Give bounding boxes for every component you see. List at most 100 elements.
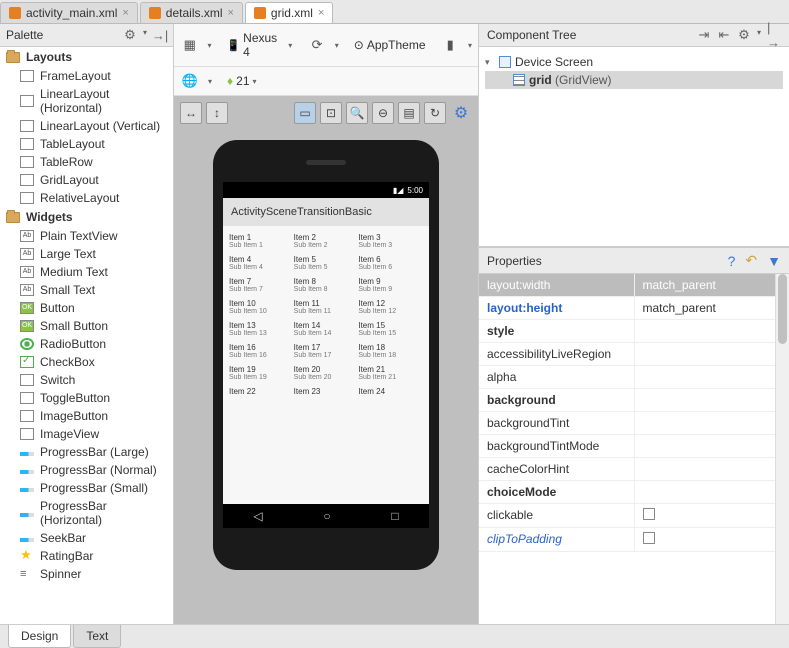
property-value-cell[interactable]	[635, 343, 789, 365]
chevron-down-icon[interactable]: ▾	[468, 41, 472, 50]
tab-activity-main[interactable]: activity_main.xml×	[0, 2, 138, 23]
palette-item[interactable]: AbPlain TextView	[0, 227, 173, 245]
grid-item[interactable]: Item 17Sub Item 17	[294, 343, 359, 359]
document-icon[interactable]: ▤	[398, 102, 420, 124]
zoom-actual-icon[interactable]: ⊡	[320, 102, 342, 124]
chevron-down-icon[interactable]: ▾	[143, 28, 147, 42]
palette-item[interactable]: Switch	[0, 371, 173, 389]
selection-icon[interactable]: ▭	[294, 102, 316, 124]
grid-item[interactable]: Item 20Sub Item 20	[294, 365, 359, 381]
tree-node-grid[interactable]: grid (GridView)	[485, 71, 783, 89]
property-row[interactable]: cacheColorHint	[479, 458, 789, 481]
property-row[interactable]: choiceMode	[479, 481, 789, 504]
refresh-icon[interactable]: ↻	[424, 102, 446, 124]
globe-icon[interactable]: 🌐	[180, 71, 200, 91]
palette-item[interactable]: CheckBox	[0, 353, 173, 371]
grid-item[interactable]: Item 8Sub Item 8	[294, 277, 359, 293]
property-value-cell[interactable]: match_parent	[635, 297, 789, 319]
palette-item[interactable]: ProgressBar (Small)	[0, 479, 173, 497]
undo-icon[interactable]: ↶	[745, 252, 757, 269]
property-row[interactable]: backgroundTint	[479, 412, 789, 435]
property-value-cell[interactable]	[635, 389, 789, 411]
palette-icon[interactable]: ▮	[441, 35, 460, 55]
palette-item[interactable]: LinearLayout (Vertical)	[0, 117, 173, 135]
property-value-cell[interactable]	[635, 504, 789, 527]
zoom-out-icon[interactable]: ⊖	[372, 102, 394, 124]
grid-item[interactable]: Item 19Sub Item 19	[229, 365, 294, 381]
palette-item[interactable]: RadioButton	[0, 335, 173, 353]
palette-item[interactable]: SeekBar	[0, 529, 173, 547]
collapse-icon[interactable]: ⇤	[717, 28, 731, 42]
component-tree[interactable]: ▾ Device Screen grid (GridView)	[479, 47, 789, 247]
property-row[interactable]: alpha	[479, 366, 789, 389]
property-value-cell[interactable]	[635, 320, 789, 342]
text-tab[interactable]: Text	[73, 625, 121, 648]
grid-item[interactable]: Item 16Sub Item 16	[229, 343, 294, 359]
palette-item[interactable]: OKButton	[0, 299, 173, 317]
property-value-cell[interactable]	[635, 481, 789, 503]
orientation-icon[interactable]: ⟳	[307, 35, 326, 55]
phone-screen[interactable]: ▮◢5:00 ActivitySceneTransitionBasic Item…	[223, 182, 429, 528]
chevron-down-icon[interactable]: ▾	[757, 28, 761, 42]
grid-item[interactable]: Item 7Sub Item 7	[229, 277, 294, 293]
property-value-cell[interactable]	[635, 458, 789, 480]
hide-icon[interactable]: |→	[767, 28, 781, 42]
palette-item[interactable]: ImageButton	[0, 407, 173, 425]
grid-item[interactable]: Item 22	[229, 387, 294, 396]
palette-item[interactable]: ProgressBar (Large)	[0, 443, 173, 461]
palette-item[interactable]: AbLarge Text	[0, 245, 173, 263]
api-selector[interactable]: ♦21▾	[220, 71, 264, 91]
checkbox-icon[interactable]	[643, 532, 655, 544]
grid-item[interactable]: Item 15Sub Item 15	[358, 321, 423, 337]
settings-gear-icon[interactable]: ⚙	[450, 102, 472, 124]
close-icon[interactable]: ×	[318, 7, 324, 19]
palette-item[interactable]: ★RatingBar	[0, 547, 173, 565]
gear-icon[interactable]: ⚙	[737, 28, 751, 42]
property-value-cell[interactable]	[635, 412, 789, 434]
expand-icon[interactable]: ⇥	[697, 28, 711, 42]
property-row[interactable]: clickable	[479, 504, 789, 528]
view-mode-icon[interactable]: ▦	[180, 35, 199, 55]
property-value-cell[interactable]: match_parent	[635, 274, 789, 296]
close-icon[interactable]: ×	[227, 7, 233, 19]
grid-item[interactable]: Item 3Sub Item 3	[358, 233, 423, 249]
property-row[interactable]: backgroundTintMode	[479, 435, 789, 458]
grid-item[interactable]: Item 14Sub Item 14	[294, 321, 359, 337]
palette-item[interactable]: LinearLayout (Horizontal)	[0, 85, 173, 117]
grid-item[interactable]: Item 4Sub Item 4	[229, 255, 294, 271]
scrollbar[interactable]	[775, 274, 789, 624]
device-selector[interactable]: 📱Nexus 4▾	[219, 28, 299, 62]
chevron-down-icon[interactable]: ▾	[208, 77, 212, 86]
palette-item[interactable]: GridLayout	[0, 171, 173, 189]
grid-item[interactable]: Item 13Sub Item 13	[229, 321, 294, 337]
grid-item[interactable]: Item 9Sub Item 9	[358, 277, 423, 293]
theme-selector[interactable]: ⊙AppTheme	[347, 35, 433, 55]
gear-icon[interactable]: ⚙	[123, 28, 137, 42]
design-tab[interactable]: Design	[8, 625, 71, 648]
property-row[interactable]: background	[479, 389, 789, 412]
palette-group-header[interactable]: Widgets	[0, 207, 173, 227]
grid-item[interactable]: Item 23	[294, 387, 359, 396]
grid-item[interactable]: Item 5Sub Item 5	[294, 255, 359, 271]
grid-item[interactable]: Item 1Sub Item 1	[229, 233, 294, 249]
property-value-cell[interactable]	[635, 528, 789, 551]
checkbox-icon[interactable]	[643, 508, 655, 520]
palette-item[interactable]: TableLayout	[0, 135, 173, 153]
expand-arrow-icon[interactable]: ▾	[485, 57, 495, 68]
pan-vertical-icon[interactable]: ↕	[206, 102, 228, 124]
grid-item[interactable]: Item 24	[358, 387, 423, 396]
chevron-down-icon[interactable]: ▾	[335, 41, 339, 50]
property-row[interactable]: layout:heightmatch_parent	[479, 297, 789, 320]
grid-item[interactable]: Item 11Sub Item 11	[294, 299, 359, 315]
palette-item[interactable]: AbSmall Text	[0, 281, 173, 299]
chevron-down-icon[interactable]: ▾	[207, 41, 211, 50]
property-row[interactable]: clipToPadding	[479, 528, 789, 552]
palette-item[interactable]: TableRow	[0, 153, 173, 171]
properties-table[interactable]: layout:widthmatch_parentlayout:heightmat…	[479, 274, 789, 624]
palette-item[interactable]: ImageView	[0, 425, 173, 443]
grid-item[interactable]: Item 6Sub Item 6	[358, 255, 423, 271]
scrollbar-thumb[interactable]	[778, 274, 787, 344]
palette-item[interactable]: ≡Spinner	[0, 565, 173, 583]
palette-group-header[interactable]: Layouts	[0, 47, 173, 67]
grid-item[interactable]: Item 10Sub Item 10	[229, 299, 294, 315]
